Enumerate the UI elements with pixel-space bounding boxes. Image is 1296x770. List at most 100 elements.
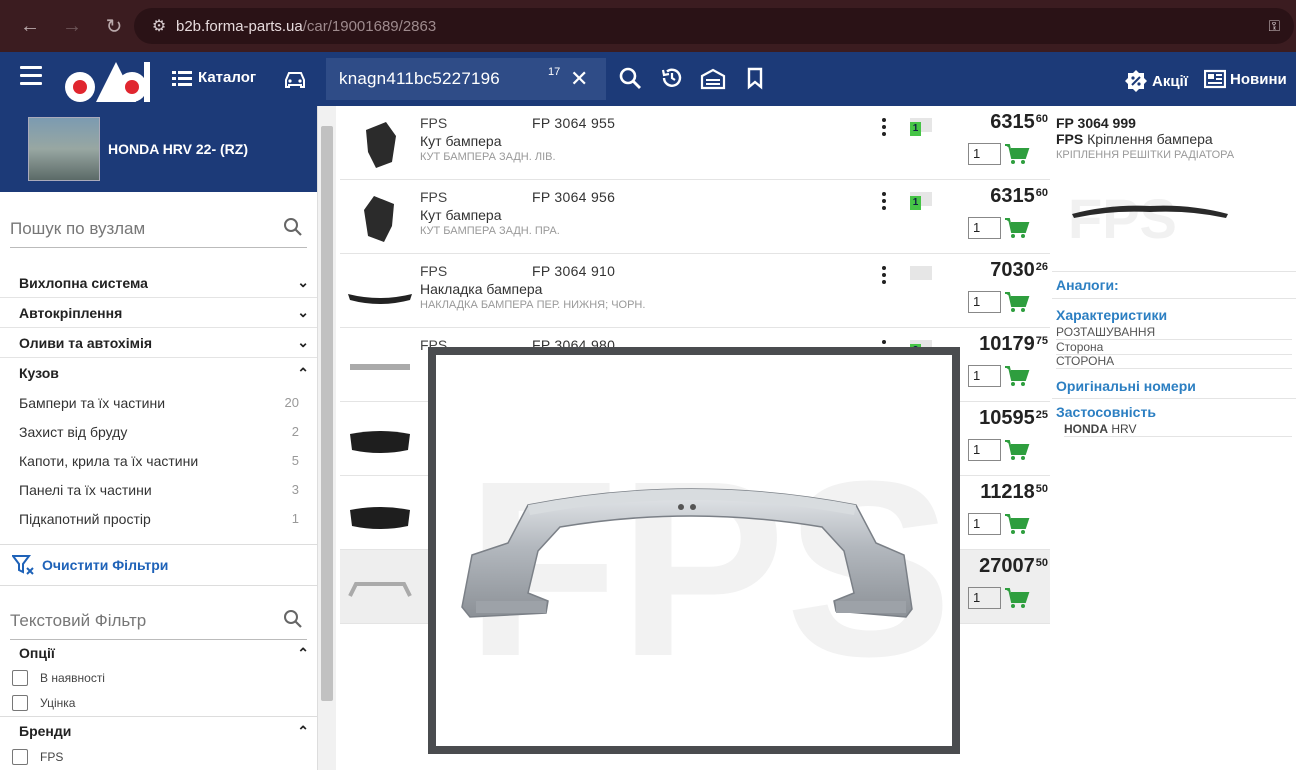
address-bar[interactable]: ⚙ b2b.forma-parts.ua/car/19001689/2863 ⚿	[134, 8, 1294, 44]
product-image	[348, 582, 412, 597]
password-key-icon[interactable]: ⚿	[1269, 18, 1280, 35]
brands-title: Бренди	[19, 723, 72, 739]
back-icon[interactable]: ←	[18, 15, 42, 38]
chevron-up-icon: ⌃	[297, 644, 309, 661]
node-search-input[interactable]: Пошук по вузлам	[10, 192, 307, 248]
brands-section-header[interactable]: Бренди ⌃	[0, 717, 317, 745]
catalog-list-icon	[172, 70, 192, 86]
add-to-cart-icon[interactable]	[1004, 142, 1030, 166]
subcategory-label: Капоти, крила та їх частини	[19, 452, 199, 469]
price-cents: 50	[1035, 557, 1048, 569]
history-icon[interactable]	[660, 66, 684, 90]
price-main: 10595	[979, 407, 1035, 429]
image-preview-popup[interactable]: FPS	[428, 347, 960, 754]
subcategory-count: 1	[291, 511, 299, 526]
add-to-cart-icon[interactable]	[1004, 438, 1030, 462]
category-fasteners[interactable]: Автокріплення ⌄	[0, 298, 317, 328]
clear-search-icon[interactable]: ✕	[570, 66, 588, 92]
option-label: В наявності	[40, 671, 105, 685]
checkbox[interactable]	[12, 695, 28, 711]
search-icon[interactable]	[283, 609, 303, 629]
oem-numbers-section-title[interactable]: Оригінальні номери	[1056, 378, 1196, 394]
more-options-icon[interactable]	[882, 266, 888, 284]
subcategory-panels[interactable]: Панелі та їх частини 3	[0, 475, 317, 504]
add-to-cart-icon[interactable]	[1004, 586, 1030, 610]
quantity-input[interactable]: 1	[968, 365, 1001, 387]
brand-fps[interactable]: FPS	[0, 745, 317, 769]
search-icon[interactable]	[618, 66, 642, 90]
clear-filters-button[interactable]: Очистити Фільтри	[0, 544, 317, 586]
product-row[interactable]: FPS FP 3064 955 Кут бампера КУТ БАМПЕРА …	[340, 106, 1050, 180]
quantity-input[interactable]: 1	[968, 587, 1001, 609]
text-filter-placeholder: Текстовий Фільтр	[10, 611, 147, 630]
product-brand: FPS	[420, 115, 448, 131]
subcategory-underhood[interactable]: Підкапотний простір 1	[0, 504, 317, 533]
analogs-link[interactable]: Аналоги:	[1056, 277, 1119, 293]
subcategory-bumpers[interactable]: Бампери та їх частини 20	[0, 388, 317, 417]
reload-icon[interactable]: ↻	[102, 14, 126, 39]
more-options-icon[interactable]	[882, 192, 888, 210]
add-to-cart-icon[interactable]	[1004, 512, 1030, 536]
warehouse-icon[interactable]	[700, 66, 726, 90]
discount-badge-icon	[1125, 70, 1147, 92]
news-button[interactable]: Новини	[1204, 69, 1287, 89]
subcategory-mud-guard[interactable]: Захист від бруду 2	[0, 417, 317, 446]
product-row[interactable]: FPS FP 3064 910 Накладка бампера НАКЛАДК…	[340, 254, 1050, 328]
price-cents: 75	[1035, 335, 1048, 347]
checkbox[interactable]	[12, 670, 28, 686]
browser-toolbar: ← → ↻ ⚙ b2b.forma-parts.ua/car/19001689/…	[0, 0, 1296, 52]
quantity-input[interactable]: 1	[968, 291, 1001, 313]
scrollbar-thumb[interactable]	[321, 126, 333, 701]
option-discount[interactable]: Уцінка	[0, 690, 317, 717]
quantity-input[interactable]: 1	[968, 439, 1001, 461]
add-to-cart-icon[interactable]	[1004, 364, 1030, 388]
svg-text:FPS: FPS	[1068, 187, 1177, 246]
quantity-input[interactable]: 1	[968, 143, 1001, 165]
add-to-cart-icon[interactable]	[1004, 216, 1030, 240]
bookmark-icon[interactable]	[744, 66, 766, 90]
category-oils[interactable]: Оливи та автохімія ⌄	[0, 328, 317, 358]
menu-icon[interactable]	[20, 66, 42, 86]
chevron-up-icon: ⌃	[297, 722, 309, 739]
subcategory-hoods[interactable]: Капоти, крила та їх частини 5	[0, 446, 317, 475]
product-code: FP 3064 910	[532, 263, 616, 279]
applicability-section-title[interactable]: Застосовність	[1056, 404, 1156, 420]
add-to-cart-icon[interactable]	[1004, 290, 1030, 314]
specs-section-title[interactable]: Характеристики	[1056, 307, 1167, 323]
checkbox[interactable]	[12, 749, 28, 765]
product-image	[350, 431, 410, 453]
detail-brand: FPS	[1056, 131, 1084, 147]
promo-button[interactable]: Акції	[1124, 69, 1188, 93]
subcategory-count: 5	[291, 453, 299, 468]
product-image	[366, 122, 396, 168]
option-in-stock[interactable]: В наявності	[0, 666, 317, 690]
car-garage-icon[interactable]	[282, 66, 308, 92]
catalog-button[interactable]: Каталог	[172, 69, 256, 86]
category-body[interactable]: Кузов ⌃	[0, 358, 317, 388]
more-options-icon[interactable]	[882, 118, 888, 136]
vin-search-input[interactable]: knagn411bc5227196 17 ✕	[326, 58, 606, 100]
text-filter-input[interactable]: Текстовий Фільтр	[10, 586, 307, 640]
forward-icon[interactable]: →	[60, 15, 84, 38]
product-title: Кут бампера	[420, 133, 502, 149]
category-exhaust[interactable]: Вихлопна система ⌄	[0, 268, 317, 298]
quantity-input[interactable]: 1	[968, 217, 1001, 239]
subcategory-label: Підкапотний простір	[19, 510, 151, 527]
price-main: 10179	[979, 333, 1035, 355]
detail-product-image: FPS	[1068, 187, 1228, 246]
site-settings-icon[interactable]: ⚙	[146, 16, 172, 36]
product-title: Кут бампера	[420, 207, 502, 223]
quantity-input[interactable]: 1	[968, 513, 1001, 535]
logo[interactable]	[60, 56, 152, 104]
spec-row: РОЗТАШУВАННЯ	[1056, 325, 1292, 340]
options-section-header[interactable]: Опції ⌃	[0, 640, 317, 666]
product-row[interactable]: FPS FP 3064 956 Кут бампера КУТ БАМПЕРА …	[340, 180, 1050, 254]
subcategory-count: 2	[291, 424, 299, 439]
search-icon[interactable]	[283, 217, 303, 237]
product-price: 1059525	[960, 407, 1048, 430]
product-image	[350, 364, 410, 370]
applicability-row: HONDA HRV	[1064, 422, 1292, 437]
scrollbar[interactable]	[318, 106, 336, 770]
category-label: Автокріплення	[19, 304, 123, 321]
vehicle-card[interactable]: HONDA HRV 22- (RZ)	[0, 106, 317, 192]
